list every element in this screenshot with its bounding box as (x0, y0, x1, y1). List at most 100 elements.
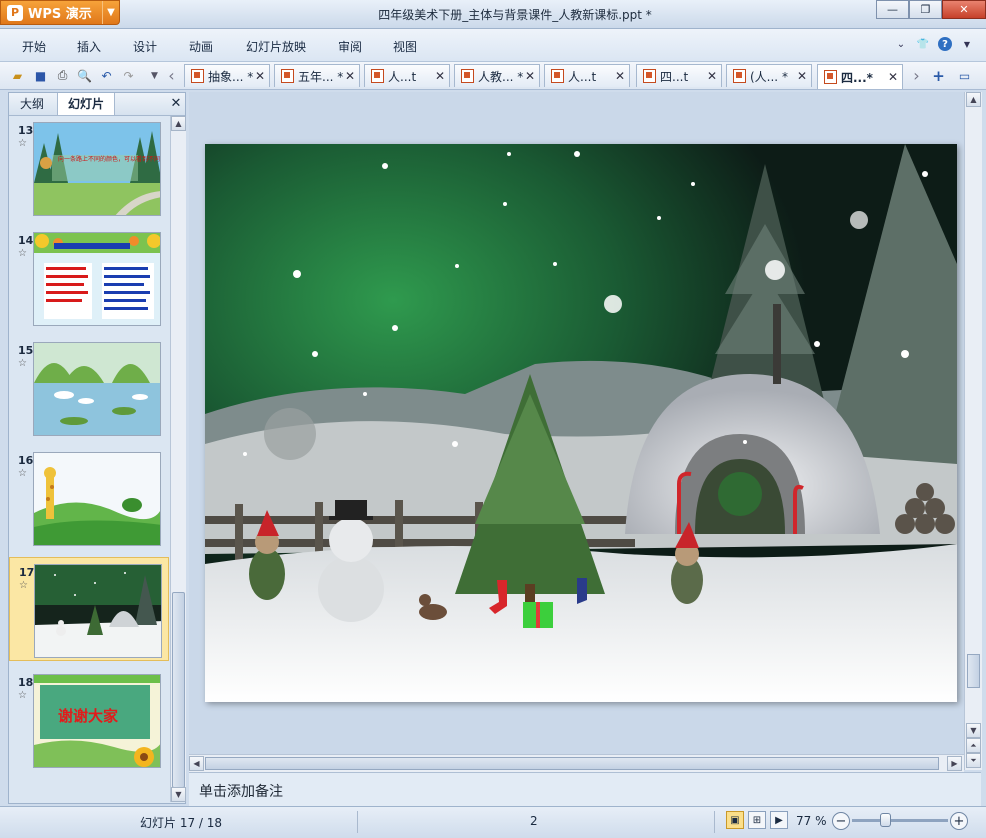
restore-button[interactable]: ❐ (909, 0, 942, 19)
ppt-file-icon (281, 69, 294, 83)
status-center-value: 2 (530, 814, 538, 828)
thumbnail-scrollbar[interactable]: ▲ ▼ (170, 116, 186, 802)
close-tab-icon[interactable]: ✕ (255, 69, 269, 83)
slide-thumb-14[interactable]: 14 ☆ (9, 226, 169, 330)
menu-insert[interactable]: 插入 (77, 38, 101, 55)
animation-star-icon: ☆ (18, 468, 27, 479)
scroll-down-icon[interactable]: ▼ (171, 787, 186, 802)
menu-design[interactable]: 设计 (133, 38, 157, 55)
chevron-down-icon[interactable]: ▼ (102, 1, 119, 24)
slide-number: 16 (18, 454, 34, 467)
tab-scroll-left-icon[interactable]: ‹ (163, 66, 180, 85)
scroll-up-icon[interactable]: ▲ (171, 116, 186, 131)
zoom-slider-thumb[interactable] (880, 813, 891, 827)
slide-sorter-view-icon[interactable]: ⊞ (748, 811, 766, 829)
slide-thumb-13[interactable]: 13 ☆ 向一条路上不同的颜色，可以看到不同的花朵颜色。 (9, 116, 169, 220)
close-tab-icon[interactable]: ✕ (707, 69, 721, 83)
slide-thumb-17-selected[interactable]: 17 ☆ (9, 557, 169, 661)
zoom-slider-track[interactable] (852, 819, 948, 822)
slide-number: 14 (18, 234, 34, 247)
doc-tab-label: 抽象... * (208, 69, 254, 84)
app-menu-button[interactable]: P WPS 演示 ▼ (0, 0, 120, 25)
slide-number: 18 (18, 676, 34, 689)
minimize-button[interactable]: — (876, 0, 909, 19)
menu-review[interactable]: 审阅 (338, 38, 362, 55)
slides-panel: 大纲 幻灯片 ✕ 13 ☆ 向一条路上不同的颜色，可以看到不同的花朵颜色。 (8, 92, 186, 804)
doc-tab-6[interactable]: 四...t ✕ (636, 64, 722, 87)
slide-vertical-scrollbar[interactable]: ▲ ▼ ⏶ ⏷ (964, 92, 982, 770)
close-tab-icon[interactable]: ✕ (888, 70, 902, 84)
animation-star-icon: ☆ (18, 358, 27, 369)
animation-star-icon: ☆ (18, 248, 27, 259)
prev-slide-icon[interactable]: ⏶ (966, 738, 981, 753)
menu-slideshow[interactable]: 幻灯片放映 (246, 38, 306, 55)
doc-tab-label: 人...t (388, 69, 417, 84)
slideshow-view-icon[interactable]: ▶ (770, 811, 788, 829)
skin-icon[interactable]: 👕 (916, 37, 930, 51)
close-panel-icon[interactable]: ✕ (167, 93, 185, 115)
panel-tabs: 大纲 幻灯片 ✕ (9, 93, 185, 116)
menu-animation[interactable]: 动画 (189, 38, 213, 55)
tab-slides[interactable]: 幻灯片 (57, 93, 115, 115)
doc-tab-8-active[interactable]: 四...* ✕ (817, 64, 903, 89)
zoom-out-icon[interactable]: − (832, 812, 850, 830)
slide-horizontal-scrollbar[interactable]: ◀ ▶ (189, 754, 964, 772)
slide-thumb-15[interactable]: 15 ☆ (9, 336, 169, 440)
doc-tab-2[interactable]: 五年... * ✕ (274, 64, 360, 87)
scroll-up-icon[interactable]: ▲ (966, 92, 981, 107)
scroll-thumb[interactable] (967, 654, 980, 688)
doc-tab-4[interactable]: 人教... * ✕ (454, 64, 540, 87)
menu-view[interactable]: 视图 (393, 38, 417, 55)
new-tab-icon[interactable]: + (930, 67, 947, 85)
doc-tab-1[interactable]: 抽象... * ✕ (184, 64, 270, 87)
ppt-file-icon (371, 69, 384, 83)
doc-tab-5[interactable]: 人...t ✕ (544, 64, 630, 87)
status-bar: 幻灯片 17 / 18 2 ▣ ⊞ ▶ 77 % − + (0, 806, 986, 838)
slide-thumb-18[interactable]: 18 ☆ 谢谢大家 (9, 668, 169, 772)
open-icon[interactable]: ▰ (9, 67, 26, 84)
customize-dropdown-icon[interactable]: ▼ (146, 67, 163, 84)
collapse-ribbon-icon[interactable]: ⌄ (894, 37, 908, 51)
close-tab-icon[interactable]: ✕ (615, 69, 629, 83)
scroll-thumb[interactable] (172, 592, 185, 788)
menu-home[interactable]: 开始 (22, 38, 46, 55)
slide-16-preview (33, 452, 161, 546)
tab-outline[interactable]: 大纲 (9, 93, 55, 115)
save-icon[interactable]: ■ (32, 67, 49, 84)
slide-13-preview: 向一条路上不同的颜色，可以看到不同的花朵颜色。 (33, 122, 161, 216)
slide-thumb-16[interactable]: 16 ☆ (9, 446, 169, 550)
notes-pane[interactable]: 单击添加备注 (189, 772, 981, 806)
zoom-in-icon[interactable]: + (950, 812, 968, 830)
close-tab-icon[interactable]: ✕ (797, 69, 811, 83)
next-slide-icon[interactable]: ⏷ (966, 753, 981, 768)
scroll-down-icon[interactable]: ▼ (966, 723, 981, 738)
ppt-file-icon (461, 69, 474, 83)
tab-scroll-right-icon[interactable]: › (908, 66, 925, 85)
ppt-file-icon (643, 69, 656, 83)
scroll-thumb[interactable] (205, 757, 939, 770)
thumbnail-list: 13 ☆ 向一条路上不同的颜色，可以看到不同的花朵颜色。 14 ☆ (9, 116, 169, 805)
current-slide-canvas[interactable] (205, 144, 957, 702)
close-window-button[interactable]: ✕ (942, 0, 986, 19)
divider (714, 811, 715, 833)
doc-tab-3[interactable]: 人...t ✕ (364, 64, 450, 87)
normal-view-icon[interactable]: ▣ (726, 811, 744, 829)
print-icon[interactable]: ⎙ (54, 67, 71, 84)
print-preview-icon[interactable]: 🔍 (76, 67, 93, 84)
divider (357, 811, 358, 833)
doc-tab-label: 五年... * (298, 69, 344, 84)
undo-icon[interactable]: ↶ (98, 67, 115, 84)
help-icon[interactable]: ? (938, 37, 952, 51)
window-title: 四年级美术下册_主体与背景课件_人教新课标.ppt * (378, 8, 652, 22)
close-tab-icon[interactable]: ✕ (345, 69, 359, 83)
help-dropdown-icon[interactable]: ▼ (960, 37, 974, 51)
close-tab-icon[interactable]: ✕ (435, 69, 449, 83)
quick-toolbar: ▰ ■ ⎙ 🔍 ↶ ↷ ▼ ‹ 抽象... * ✕ 五年... * ✕ 人...t ✕… (0, 62, 986, 90)
scroll-left-icon[interactable]: ◀ (189, 756, 204, 771)
close-tab-icon[interactable]: ✕ (525, 69, 539, 83)
redo-icon[interactable]: ↷ (120, 67, 137, 84)
doc-tab-label: 人...t (568, 69, 597, 84)
tab-list-icon[interactable]: ▭ (956, 67, 973, 84)
doc-tab-7[interactable]: (人... * ✕ (726, 64, 812, 87)
scroll-right-icon[interactable]: ▶ (947, 756, 962, 771)
